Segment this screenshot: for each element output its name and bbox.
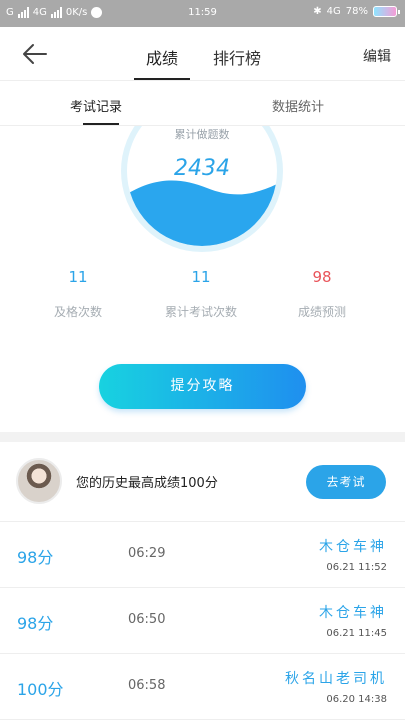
score-prediction-label: 成绩预测 [297, 305, 346, 319]
subtab-active-indicator [83, 123, 119, 125]
avatar[interactable] [16, 458, 62, 504]
score-prediction-value: 98 [312, 268, 332, 286]
top-nav: 成绩 排行榜 编辑 [0, 27, 405, 81]
take-exam-button[interactable]: 去考试 [306, 465, 386, 499]
best-score-row: 您的历史最高成绩100分 去考试 [0, 442, 405, 522]
tab-score[interactable]: 成绩 [146, 45, 178, 69]
tab-active-indicator [134, 78, 190, 80]
record-title: 木仓车神 [319, 605, 387, 621]
exam-count-label: 累计考试次数 [164, 305, 237, 319]
edit-button[interactable]: 编辑 [363, 46, 391, 66]
record-score: 98分 [17, 614, 54, 633]
gauge-label: 累计做题数 [174, 128, 230, 141]
tab-ranking[interactable]: 排行榜 [213, 45, 261, 69]
record-title: 木仓车神 [319, 539, 387, 555]
subtab-exam-records[interactable]: 考试记录 [70, 96, 122, 115]
network-type: 4G [326, 6, 341, 17]
exam-count-value: 11 [191, 268, 211, 286]
status-right: ✱ 4G 78% [313, 6, 400, 17]
list-item[interactable]: 98分 06:50 木仓车神 06.21 11:45 [0, 588, 405, 654]
status-bar: G 4G 0K/s 11:59 ✱ 4G 78% [0, 0, 405, 27]
record-duration: 06:29 [128, 546, 166, 561]
sub-tabs: 考试记录 数据统计 [0, 82, 405, 126]
record-score: 98分 [17, 548, 54, 567]
record-date: 06.21 11:45 [326, 628, 387, 639]
list-item[interactable]: 100分 06:58 秋名山老司机 06.20 14:38 [0, 654, 405, 720]
bluetooth-icon: ✱ [313, 6, 322, 17]
section-divider [0, 432, 405, 442]
score-strategy-button[interactable]: 提分攻略 [99, 364, 306, 409]
record-score: 100分 [17, 680, 64, 699]
record-duration: 06:50 [128, 612, 166, 627]
battery-percent: 78% [345, 6, 368, 17]
best-score-text: 您的历史最高成绩100分 [76, 476, 218, 491]
pass-count-label: 及格次数 [53, 305, 102, 319]
list-item[interactable]: 98分 06:29 木仓车神 06.21 11:52 [0, 522, 405, 588]
subtab-data-stats[interactable]: 数据统计 [272, 96, 324, 115]
record-duration: 06:58 [128, 678, 166, 693]
back-arrow-icon[interactable] [22, 43, 48, 65]
record-date: 06.21 11:52 [326, 562, 387, 573]
record-date: 06.20 14:38 [326, 694, 387, 705]
battery-icon [373, 6, 400, 17]
pass-count-value: 11 [68, 268, 88, 286]
record-title: 秋名山老司机 [285, 671, 387, 687]
gauge-value: 2434 [174, 156, 230, 181]
